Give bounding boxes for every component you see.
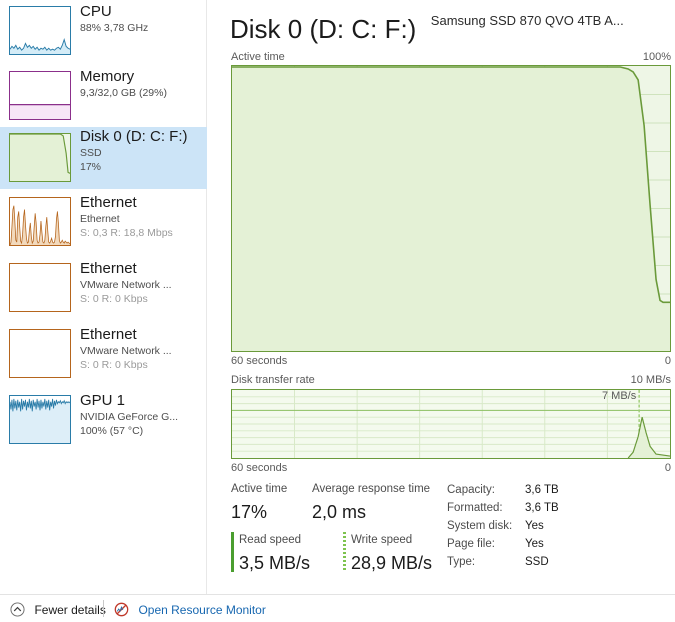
memory-thumbnail-graph	[9, 71, 71, 120]
open-resource-monitor-link[interactable]: Open Resource Monitor	[114, 601, 266, 619]
sidebar-item-gpu-1[interactable]: GPU 1 NVIDIA GeForce G... 100% (57 °C)	[0, 389, 207, 451]
transfer-rate-axis-bottom: 60 seconds 0	[231, 461, 671, 475]
sidebar-item-ethernet-3[interactable]: Ethernet VMware Network ... S: 0 R: 0 Kb…	[0, 323, 207, 385]
ethernet-2-adapter: VMware Network ...	[80, 279, 172, 291]
stat-read-speed-value: 3,5 MB/s	[239, 553, 311, 573]
info-capacity-value: 3,6 TB	[525, 484, 559, 496]
info-capacity-label: Capacity:	[447, 484, 495, 496]
cpu-title: CPU	[80, 3, 112, 20]
read-speed-color-marker	[231, 532, 234, 572]
info-formatted-value: 3,6 TB	[525, 502, 559, 514]
ethernet-1-adapter: Ethernet	[80, 213, 120, 225]
statusbar-divider	[103, 600, 104, 617]
ethernet-3-title: Ethernet	[80, 326, 137, 343]
transfer-rate-zero: 0	[664, 462, 671, 474]
active-time-axis-bottom: 60 seconds 0	[231, 354, 671, 368]
ethernet-3-adapter: VMware Network ...	[80, 345, 172, 357]
ethernet-3-thumbnail-graph	[9, 329, 71, 378]
info-system-disk-label: System disk:	[447, 520, 513, 532]
cpu-thumbnail-graph	[9, 6, 71, 55]
task-manager-window: CPU 88% 3,78 GHz Memory 9,3/32,0 GB (29%…	[0, 0, 675, 622]
memory-title: Memory	[80, 68, 135, 85]
active-time-zero: 0	[664, 355, 671, 367]
info-type-label: Type:	[447, 556, 476, 568]
sidebar-item-ethernet-2[interactable]: Ethernet VMware Network ... S: 0 R: 0 Kb…	[0, 257, 207, 319]
sidebar-item-ethernet-1[interactable]: Ethernet Ethernet S: 0,3 R: 18,8 Mbps	[0, 191, 207, 253]
info-type-value: SSD	[525, 556, 549, 568]
stat-read-speed-label: Read speed	[239, 534, 302, 546]
active-time-axis-top: Active time 100%	[231, 50, 671, 64]
disk-usage: 17%	[80, 161, 102, 173]
ethernet-2-thumbnail-graph	[9, 263, 71, 312]
active-time-max: 100%	[642, 51, 671, 63]
open-resource-monitor-label: Open Resource Monitor	[138, 602, 266, 617]
gpu-title: GPU 1	[80, 392, 126, 409]
gpu-text-block: GPU 1 NVIDIA GeForce G... 100% (57 °C)	[80, 391, 205, 438]
sidebar-item-disk-0[interactable]: Disk 0 (D: C: F:) SSD 17%	[0, 127, 207, 189]
info-page-file-value: Yes	[525, 538, 544, 550]
disk-thumbnail-graph	[9, 133, 71, 182]
fewer-details-button[interactable]: Fewer details	[10, 601, 106, 619]
active-time-graph[interactable]	[231, 65, 671, 352]
ethernet-1-text-block: Ethernet Ethernet S: 0,3 R: 18,8 Mbps	[80, 193, 205, 240]
transfer-rate-annotation: 7 MB/s	[602, 390, 637, 402]
gpu-thumbnail-graph	[9, 395, 71, 444]
device-model: Samsung SSD 870 QVO 4TB A...	[430, 13, 624, 28]
sidebar-item-cpu[interactable]: CPU 88% 3,78 GHz	[0, 0, 207, 62]
stat-avg-response-label: Average response time	[312, 483, 431, 495]
disk-detail-pane: Disk 0 (D: C: F:) Samsung SSD 870 QVO 4T…	[222, 0, 675, 594]
ethernet-2-title: Ethernet	[80, 260, 137, 277]
disk-title: Disk 0 (D: C: F:)	[80, 128, 188, 145]
stat-avg-response-value: 2,0 ms	[312, 502, 367, 522]
info-formatted-label: Formatted:	[447, 502, 503, 514]
page-header: Disk 0 (D: C: F:) Samsung SSD 870 QVO 4T…	[230, 4, 675, 44]
gpu-usage: 100% (57 °C)	[80, 425, 144, 437]
disk-text-block: Disk 0 (D: C: F:) SSD 17%	[80, 127, 205, 174]
disk-type: SSD	[80, 147, 102, 159]
chevron-up-circle-icon	[10, 602, 25, 617]
stat-write-speed-label: Write speed	[351, 534, 413, 546]
info-page-file-label: Page file:	[447, 538, 495, 550]
transfer-rate-duration: 60 seconds	[231, 462, 288, 474]
stat-active-time-label: Active time	[231, 483, 288, 495]
ethernet-1-throughput: S: 0,3 R: 18,8 Mbps	[80, 227, 173, 239]
transfer-rate-label: Disk transfer rate	[231, 374, 315, 386]
ethernet-2-text-block: Ethernet VMware Network ... S: 0 R: 0 Kb…	[80, 259, 205, 306]
memory-stats: 9,3/32,0 GB (29%)	[80, 87, 167, 99]
ethernet-1-title: Ethernet	[80, 194, 137, 211]
transfer-rate-axis-top: Disk transfer rate 10 MB/s	[231, 373, 671, 387]
ethernet-1-thumbnail-graph	[9, 197, 71, 246]
active-time-duration: 60 seconds	[231, 355, 288, 367]
ethernet-3-throughput: S: 0 R: 0 Kbps	[80, 359, 148, 371]
page-title: Disk 0 (D: C: F:)	[230, 14, 417, 44]
fewer-details-label: Fewer details	[34, 602, 106, 617]
memory-text-block: Memory 9,3/32,0 GB (29%)	[80, 67, 205, 100]
active-time-label: Active time	[231, 51, 285, 63]
info-system-disk-value: Yes	[525, 520, 544, 532]
stat-active-time-value: 17%	[231, 502, 268, 522]
ethernet-3-text-block: Ethernet VMware Network ... S: 0 R: 0 Kb…	[80, 325, 205, 372]
cpu-text-block: CPU 88% 3,78 GHz	[80, 2, 205, 35]
write-speed-color-marker	[343, 532, 346, 572]
resource-monitor-icon	[114, 602, 129, 617]
transfer-rate-max: 10 MB/s	[630, 374, 671, 386]
resource-sidebar[interactable]: CPU 88% 3,78 GHz Memory 9,3/32,0 GB (29%…	[0, 0, 207, 594]
sidebar-item-memory[interactable]: Memory 9,3/32,0 GB (29%)	[0, 65, 207, 127]
status-bar: Fewer details Open Resource Monitor	[0, 594, 675, 622]
ethernet-2-throughput: S: 0 R: 0 Kbps	[80, 293, 148, 305]
disk-statistics: Active time 17% Average response time 2,…	[222, 478, 675, 588]
cpu-stats: 88% 3,78 GHz	[80, 22, 149, 34]
stat-write-speed-value: 28,9 MB/s	[351, 553, 433, 573]
gpu-model: NVIDIA GeForce G...	[80, 411, 179, 423]
